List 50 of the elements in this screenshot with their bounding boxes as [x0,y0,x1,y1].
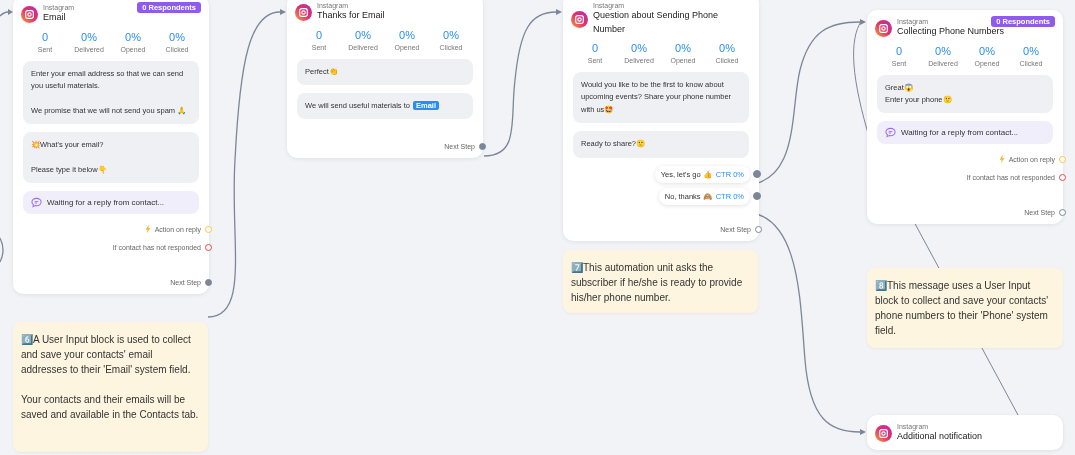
connector-arrow [0,9,13,17]
stat-value: 0% [675,42,691,54]
stat-value: 0 [591,42,599,54]
connector-handle[interactable] [1059,155,1066,163]
stat-value: 0% [125,30,141,43]
flow-node-card[interactable] [13,0,209,295]
note-text: 8⃣This message uses a User Input block to collect and save your contacts' phone numbers to their 'Phone' system field. [875,279,1050,338]
connector-line [0,237,4,263]
connector-handle[interactable] [755,225,762,233]
lightning-icon [998,154,1005,165]
stat-value: 0 [41,30,49,43]
stat-value: 0% [979,44,995,57]
instagram-icon [295,3,312,21]
flow-node-card[interactable] [563,0,759,241]
connector-handle[interactable] [479,143,486,151]
stat-value: 0% [169,30,185,43]
stat-value: 0% [935,44,951,57]
node-title: Question about Sending Phone Number [593,10,720,36]
stat-value: 0% [355,28,371,41]
node-title: Additional notification [897,431,983,443]
stat-value: 0% [1023,44,1039,57]
node-title: Thanks for Email [317,10,385,22]
connector-handle[interactable] [1059,209,1066,217]
note-text: 6⃣A User Input block is used to collect and save your contacts' email addresses to their 'Email' system field. Your contacts and their emails will be saved and available in the Contacts tab. [21,333,200,422]
node-title: Email [43,12,66,24]
connector-handle[interactable] [753,192,761,200]
chat-icon [31,197,42,209]
stat-value: 0% [81,30,97,43]
waiting-text: Waiting for a reply from contact... [47,198,165,208]
chat-icon [885,127,896,139]
lightning-icon [144,224,151,235]
connector-handle[interactable] [205,279,212,287]
stat-value: 0% [399,28,415,41]
connector-handle[interactable] [205,225,212,233]
stat-value: 0 [895,44,903,57]
connector-handle[interactable] [205,244,212,252]
instagram-icon [875,424,892,442]
node-title: Collecting Phone Numbers [897,26,1005,38]
stat-value: 0% [443,28,459,41]
note-text: 7⃣This automation unit asks the subscriber if he/she is ready to provide his/her phone number. [571,261,744,305]
stat-value: 0% [719,42,735,54]
connector-handle[interactable] [1059,174,1066,182]
instagram-icon [21,5,38,23]
waiting-text: Waiting for a reply from contact... [901,128,1019,138]
flow-node-card[interactable] [867,10,1063,225]
instagram-icon [875,19,892,37]
stat-value: 0% [631,42,647,54]
stat-value: 0 [315,28,323,41]
connector-handle[interactable] [753,170,761,178]
instagram-icon [571,10,588,28]
